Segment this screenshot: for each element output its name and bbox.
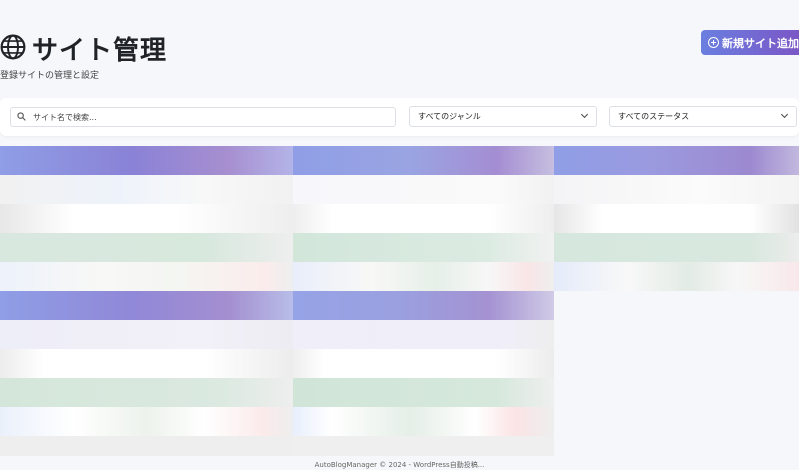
site-card-row: [0, 175, 293, 204]
genre-select[interactable]: すべてのジャンル: [409, 106, 597, 127]
site-card-row: [0, 378, 293, 407]
site-card-header: [0, 146, 293, 175]
site-card-header: [554, 146, 799, 175]
filter-bar: すべてのジャンル すべてのステータス: [0, 98, 799, 136]
site-card-row: [554, 262, 799, 291]
page-title: サイト管理: [32, 36, 168, 66]
site-card[interactable]: [0, 146, 293, 291]
site-card[interactable]: [293, 146, 554, 291]
search-input[interactable]: [33, 108, 393, 126]
site-card-row: [0, 233, 293, 262]
add-site-label: 新規サイト追加: [722, 36, 799, 50]
genre-select-value: すべてのジャンル: [418, 112, 481, 121]
site-card-row: [0, 436, 293, 456]
search-box[interactable]: [10, 107, 396, 127]
site-card[interactable]: [0, 291, 293, 456]
site-card-header: [293, 146, 554, 175]
globe-icon: [0, 34, 26, 60]
site-card-row: [293, 320, 554, 349]
site-card-row: [293, 175, 554, 204]
site-card-header: [293, 291, 554, 320]
site-card-row: [293, 204, 554, 233]
site-card-row: [293, 349, 554, 378]
site-card-row: [554, 204, 799, 233]
site-card-row: [293, 262, 554, 291]
site-card-header: [0, 291, 293, 320]
site-card-row: [554, 233, 799, 262]
site-card-row: [0, 204, 293, 233]
site-card-row: [0, 320, 293, 349]
site-card-row: [0, 407, 293, 436]
site-card-row: [0, 349, 293, 378]
search-icon: [17, 112, 26, 121]
status-select-value: すべてのステータス: [618, 112, 690, 121]
chevron-down-icon: [780, 110, 789, 119]
site-card-row: [554, 175, 799, 204]
site-card-row: [0, 262, 293, 291]
add-site-button[interactable]: 新規サイト追加: [701, 30, 799, 55]
site-card-row: [293, 378, 554, 407]
site-card[interactable]: [554, 146, 799, 291]
page-subtitle: 登録サイトの管理と設定: [0, 71, 100, 81]
status-select[interactable]: すべてのステータス: [609, 106, 797, 127]
page-header: サイト管理 登録サイトの管理と設定 新規サイト追加: [0, 30, 799, 81]
site-card-row: [293, 407, 554, 436]
plus-circle-icon: [708, 37, 719, 48]
site-card-row: [293, 233, 554, 262]
footer-text: AutoBlogManager © 2024 - WordPress自動投稿..…: [314, 461, 485, 469]
site-card-row: [293, 436, 554, 456]
site-card[interactable]: [293, 291, 554, 456]
chevron-down-icon: [580, 110, 589, 119]
site-card-grid: [0, 146, 799, 456]
